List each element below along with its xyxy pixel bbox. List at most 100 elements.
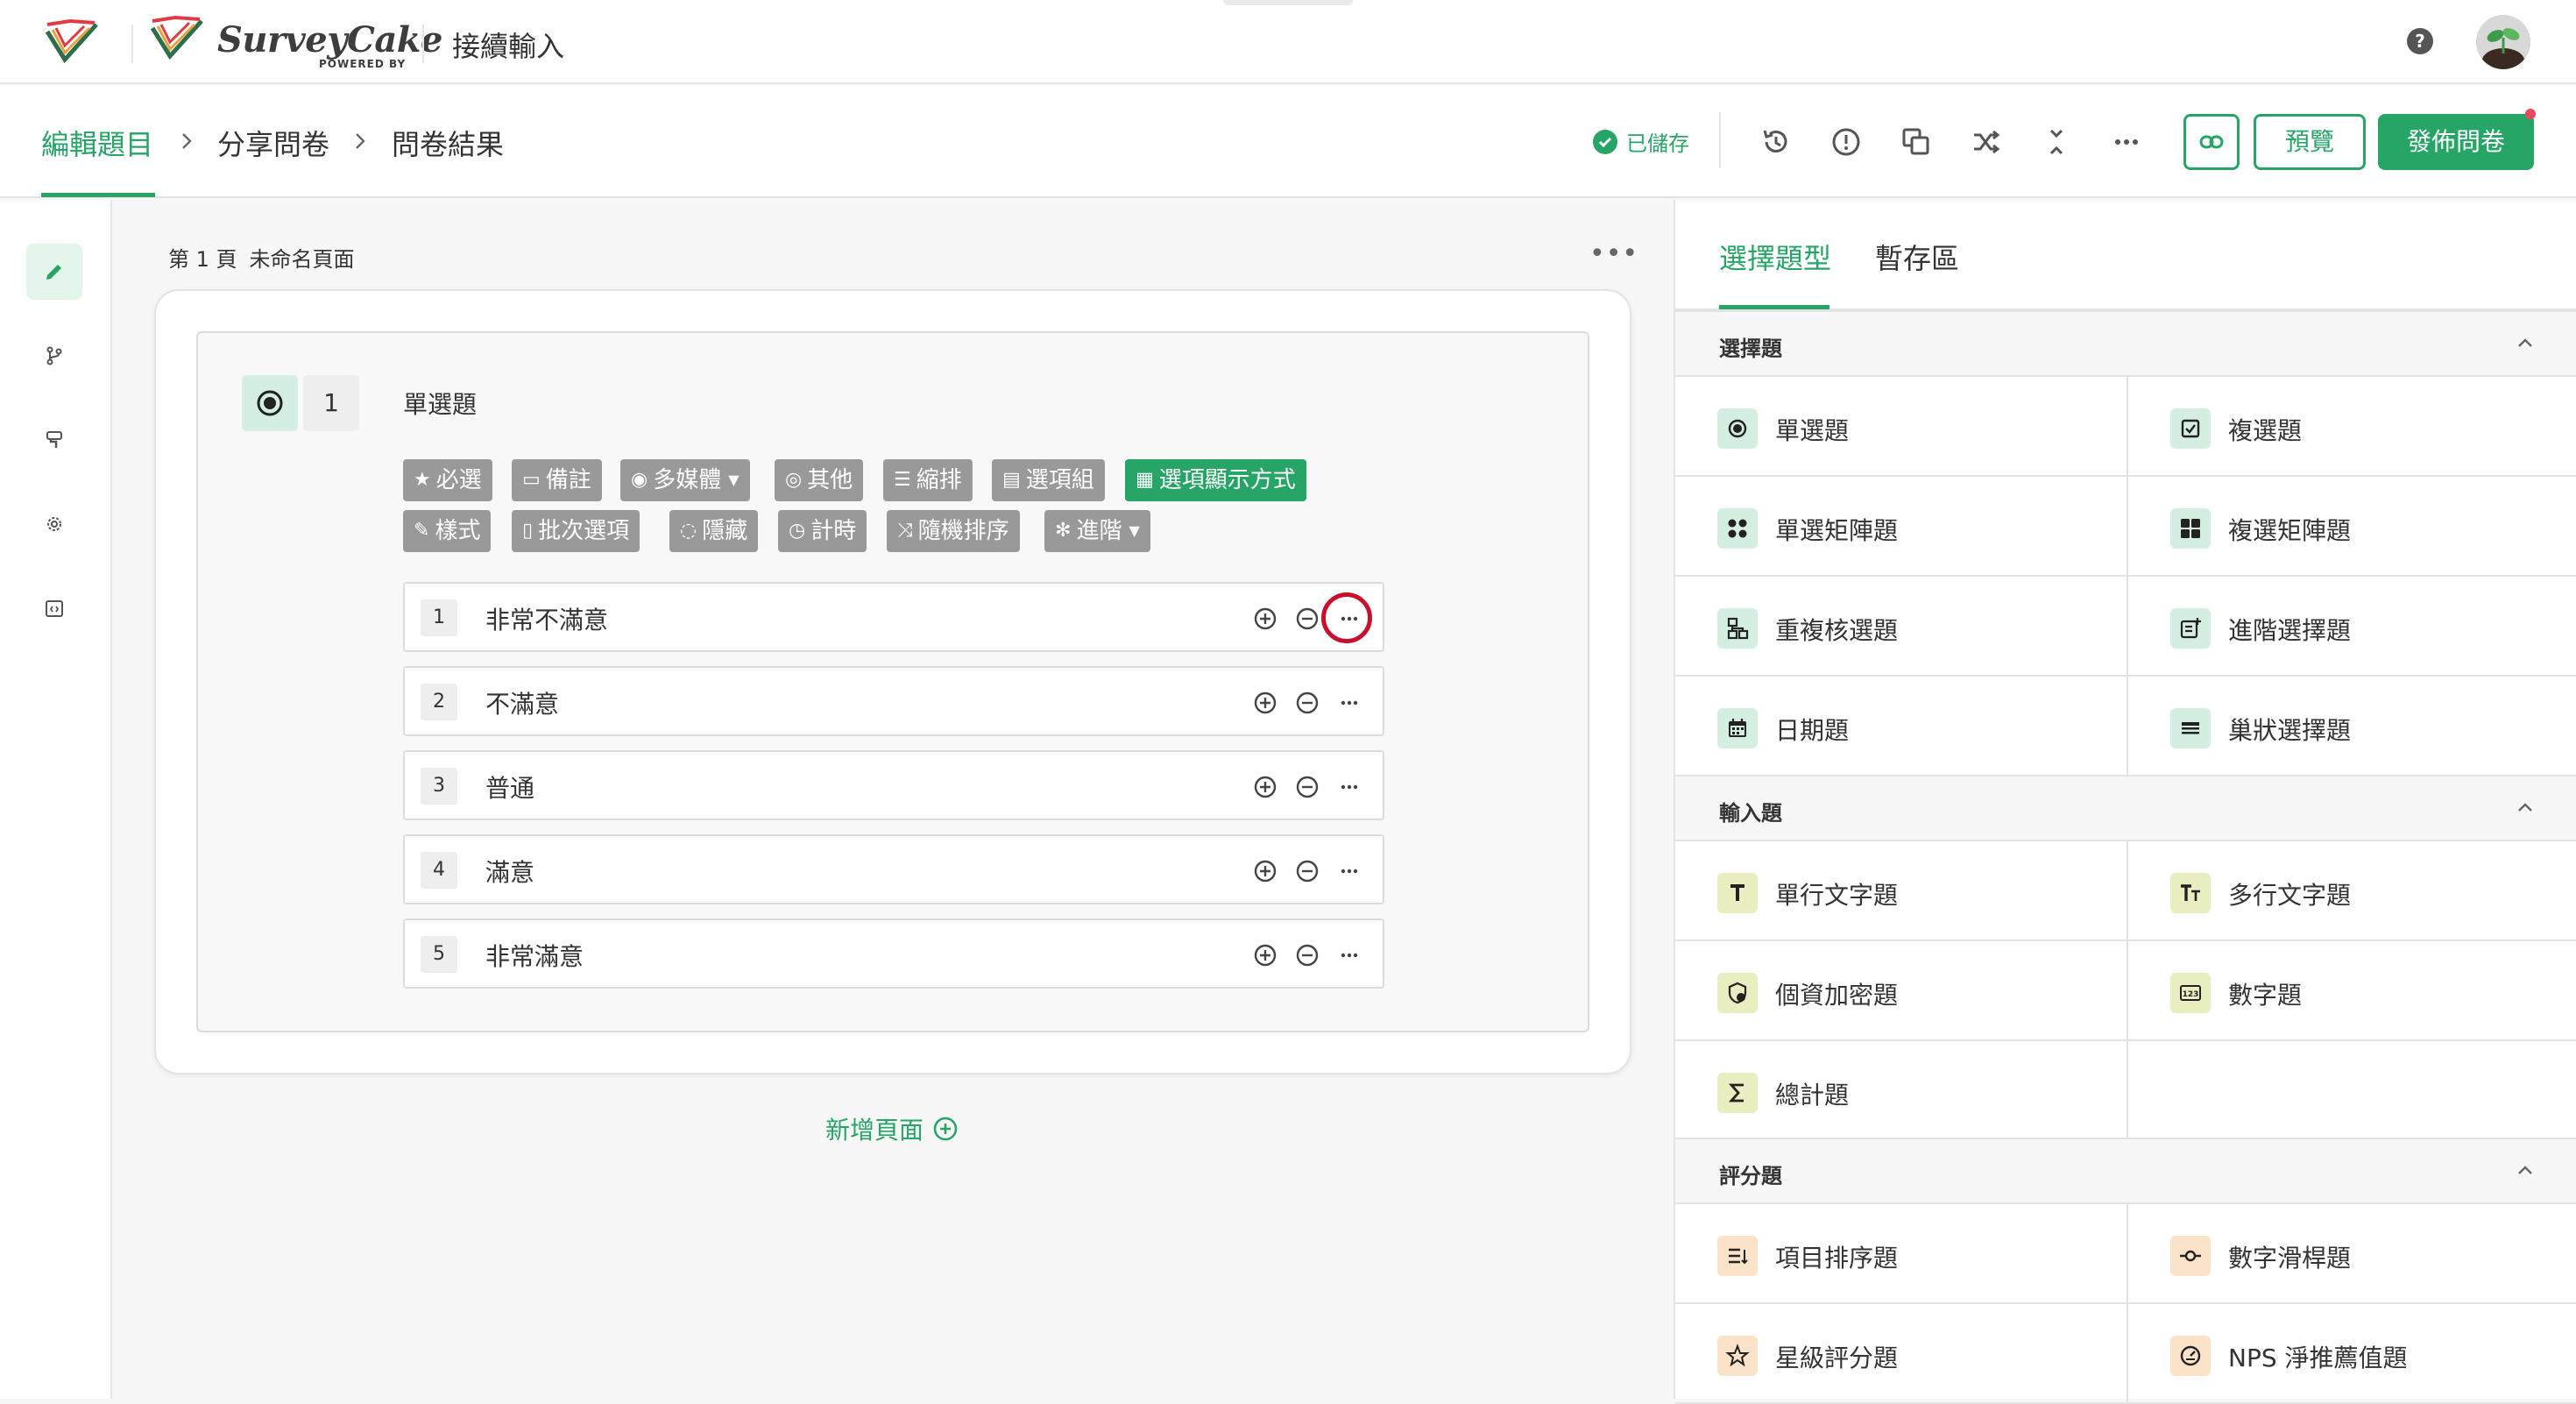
gear-icon: ✻ [1055, 520, 1072, 542]
style-chip[interactable]: ✎ 樣式 [403, 510, 492, 552]
page-more-icon[interactable]: ••• [1589, 241, 1638, 267]
page-name[interactable]: 未命名頁面 [250, 247, 355, 272]
type-ranking[interactable]: 項目排序題 [1675, 1204, 2127, 1304]
type-label: 日期題 [1775, 716, 1850, 745]
option-display-chip[interactable]: ▦ 選項顯示方式 [1125, 459, 1306, 501]
type-number-slider[interactable]: 數字滑桿題 [2127, 1204, 2576, 1304]
chip-label: 縮排 [916, 467, 962, 493]
section-header-input[interactable]: 輸入題 [1675, 775, 2576, 841]
top-drawer-handle[interactable] [1223, 0, 1353, 5]
add-option-icon[interactable] [1253, 691, 1277, 715]
step-edit-questions[interactable]: 編輯題目 [41, 123, 153, 163]
type-date[interactable]: 日期題 [1675, 677, 2127, 776]
brand-logo[interactable]: SurveyCake POWERED BY [147, 14, 442, 74]
tab-question-types[interactable]: 選擇題型 [1719, 237, 1831, 277]
history-icon[interactable] [1759, 125, 1793, 159]
type-personal-encrypted[interactable]: 個資加密題 [1675, 941, 2127, 1041]
option-group-chip[interactable]: ▤ 選項組 [992, 459, 1105, 501]
header-divider [422, 25, 424, 63]
add-option-icon[interactable] [1253, 943, 1277, 968]
section-header-choice[interactable]: 選擇題 [1675, 310, 2576, 377]
type-repeat-check[interactable]: 重複核選題 [1675, 577, 2127, 677]
advanced-chip[interactable]: ✻ 進階 ▼ [1044, 510, 1150, 552]
type-star-rating[interactable]: 星級評分題 [1675, 1304, 2127, 1404]
type-advanced-choice[interactable]: 進階選擇題 [2127, 577, 2576, 677]
option-row[interactable]: 1 非常不滿意 [403, 582, 1384, 652]
help-icon[interactable]: ? [2407, 28, 2433, 54]
highlight-annotation-circle [1321, 592, 1372, 643]
shuffle-icon[interactable] [1970, 125, 2003, 159]
type-sum[interactable]: 總計題 [1675, 1041, 2127, 1141]
remove-option-icon[interactable] [1295, 691, 1320, 715]
alert-circle-icon[interactable] [1829, 125, 1863, 159]
media-chip[interactable]: ◉ 多媒體 ▼ [620, 459, 750, 501]
option-text[interactable]: 非常滿意 [485, 938, 584, 973]
copy-link-button[interactable] [2183, 114, 2240, 170]
option-more-icon[interactable] [1337, 859, 1362, 883]
option-more-icon[interactable] [1337, 691, 1362, 715]
step-survey-results[interactable]: 問卷結果 [392, 123, 504, 163]
publish-button[interactable]: 發佈問卷 [2378, 114, 2534, 170]
rail-embed-button[interactable] [26, 580, 82, 636]
remove-option-icon[interactable] [1295, 775, 1320, 799]
option-text[interactable]: 普通 [485, 769, 534, 805]
survey-title[interactable]: 接續輸入 [452, 25, 564, 65]
gauge-icon [2170, 1336, 2211, 1376]
remove-option-icon[interactable] [1295, 943, 1320, 968]
add-option-icon[interactable] [1253, 606, 1277, 631]
comment-icon: ▭ [522, 469, 541, 491]
option-row[interactable]: 4 滿意 [403, 834, 1384, 904]
rail-edit-button[interactable] [26, 244, 82, 300]
add-option-icon[interactable] [1253, 775, 1277, 799]
random-order-chip[interactable]: ⤨ 隨機排序 [887, 510, 1020, 552]
type-multi-line-text[interactable]: 多行文字題 [2127, 841, 2576, 941]
type-number[interactable]: 123 數字題 [2127, 941, 2576, 1041]
option-more-icon[interactable] [1337, 943, 1362, 968]
option-row[interactable]: 5 非常滿意 [403, 918, 1384, 989]
section-header-rating[interactable]: 評分題 [1675, 1138, 2576, 1204]
saved-label: 已儲存 [1626, 131, 1689, 156]
indent-chip[interactable]: ☰ 縮排 [883, 459, 973, 501]
type-nested-choice[interactable]: 巢狀選擇題 [2127, 677, 2576, 776]
rail-settings-button[interactable] [26, 496, 82, 552]
tab-staging-area[interactable]: 暫存區 [1875, 237, 1959, 277]
question-title[interactable]: 單選題 [403, 386, 477, 421]
type-single-matrix[interactable]: 單選矩陣題 [1675, 477, 2127, 577]
option-text[interactable]: 不滿意 [485, 685, 559, 720]
saved-status: 已儲存 [1593, 126, 1689, 157]
single-choice-type-icon[interactable] [242, 375, 298, 431]
add-option-icon[interactable] [1253, 859, 1277, 883]
remove-option-icon[interactable] [1295, 859, 1320, 883]
rail-logic-button[interactable] [26, 328, 82, 384]
preview-button[interactable]: 預覽 [2254, 114, 2366, 170]
toolbar-divider [1719, 112, 1721, 168]
hide-chip[interactable]: ◌ 隱藏 [669, 510, 759, 552]
note-chip[interactable]: ▭ 備註 [512, 459, 602, 501]
collapse-icon[interactable] [2040, 125, 2073, 159]
option-text[interactable]: 非常不滿意 [485, 601, 608, 636]
step-share-survey[interactable]: 分享問卷 [217, 123, 329, 163]
user-avatar[interactable] [2476, 15, 2530, 69]
required-chip[interactable]: ★ 必選 [403, 459, 492, 501]
add-page-button[interactable]: 新增頁面 [825, 1111, 959, 1146]
option-row[interactable]: 2 不滿意 [403, 666, 1384, 736]
branch-icon [46, 346, 62, 365]
option-text[interactable]: 滿意 [485, 854, 534, 889]
more-icon[interactable] [2110, 125, 2143, 159]
header-divider [131, 25, 133, 63]
type-single-line-text[interactable]: 單行文字題 [1675, 841, 2127, 941]
remove-option-icon[interactable] [1295, 606, 1320, 631]
copy-icon[interactable] [1900, 125, 1933, 159]
chevron-right-icon [356, 133, 365, 149]
timer-chip[interactable]: ◷ 計時 [778, 510, 867, 552]
batch-options-chip[interactable]: ▯ 批次選項 [512, 510, 640, 552]
type-multiple-choice[interactable]: 複選題 [2127, 377, 2576, 477]
option-more-icon[interactable] [1337, 775, 1362, 799]
other-chip[interactable]: ◎ 其他 [775, 459, 864, 501]
type-multiple-matrix[interactable]: 複選矩陣題 [2127, 477, 2576, 577]
option-row[interactable]: 3 普通 [403, 750, 1384, 820]
app-logo-icon[interactable] [44, 18, 102, 70]
rail-style-button[interactable] [26, 412, 82, 468]
type-nps[interactable]: NPS 淨推薦值題 [2127, 1304, 2576, 1404]
type-single-choice[interactable]: 單選題 [1675, 377, 2127, 477]
